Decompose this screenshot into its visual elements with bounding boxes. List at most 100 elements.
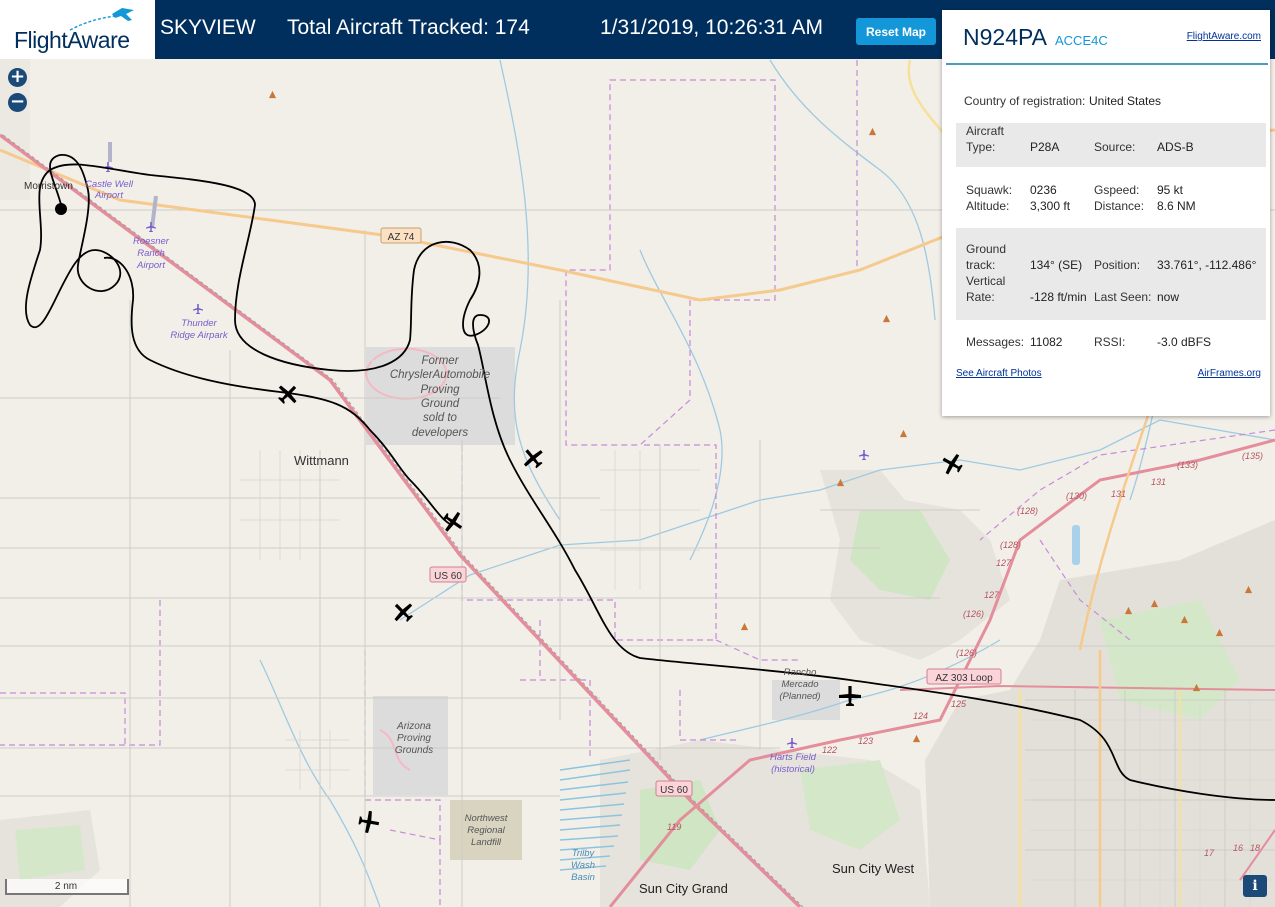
road-number: 124 [913, 711, 928, 721]
airport-label: Airport [136, 260, 165, 271]
app-title: SKYVIEW [160, 16, 256, 39]
area-label: Landfill [471, 837, 502, 848]
lastseen-value: now [1157, 290, 1180, 304]
receiver-marker [55, 203, 67, 215]
aircraft-info-panel: N924PA ACCE4C FlightAware.com Country of… [942, 10, 1270, 416]
road-number: (126) [956, 648, 977, 658]
flightaware-link[interactable]: FlightAware.com [1187, 31, 1261, 42]
area-label: Regional [467, 825, 505, 836]
road-number: 127 [984, 590, 1000, 600]
country-label: Country of registration: [964, 94, 1086, 108]
road-number: 17 [1204, 848, 1215, 858]
area-label: Grounds [395, 745, 433, 756]
row-messages-rssi: Messages: 11082 RSSI: -3.0 dBFS [956, 333, 1266, 353]
vrate-label: Vertical [966, 274, 1006, 288]
place-label: Morristown [24, 181, 73, 192]
road-number: 122 [822, 745, 837, 755]
airport-label: Airport [94, 190, 123, 201]
airport-label: (historical) [771, 764, 815, 775]
aircraft-registration: N924PA [963, 24, 1047, 50]
road-number: (128) [1000, 540, 1021, 550]
row-track-position: Ground track: 134° (SE) Position: 33.761… [956, 228, 1266, 320]
lake [1072, 525, 1080, 565]
road-number: 119 [667, 822, 681, 832]
area-label: Ground [421, 398, 460, 410]
source-value: ADS-B [1157, 140, 1194, 154]
row-type-source: Aircraft Type: P28A Source: ADS-B [956, 123, 1266, 167]
type-label: Aircraft [966, 124, 1005, 138]
squawk-value: 0236 [1030, 183, 1057, 197]
area-label: Former [421, 355, 459, 367]
altitude-value: 3,300 ft [1030, 199, 1071, 213]
rssi-value: -3.0 dBFS [1157, 335, 1212, 349]
airport-label: Roesner [133, 236, 170, 247]
track-label: Ground [966, 242, 1007, 256]
distance-value: 8.6 NM [1157, 199, 1196, 213]
road-number: 123 [858, 736, 873, 746]
panel-divider [946, 63, 1268, 65]
lastseen-label: Last Seen: [1094, 290, 1152, 304]
road-number: (126) [963, 609, 984, 619]
us60-label: US 60 [660, 785, 688, 796]
area-label: Proving [421, 384, 461, 396]
flightaware-logo[interactable]: FlightAware [0, 0, 155, 59]
vrate-label: Rate: [966, 290, 995, 304]
row-squawk-speed: Squawk: 0236 Gspeed: 95 kt Altitude: 3,3… [956, 181, 1266, 217]
current-datetime: 1/31/2019, 10:26:31 AM [600, 16, 824, 39]
road-number: 125 [951, 699, 967, 709]
logo-text: FlightAware [14, 27, 130, 53]
track-label: track: [966, 258, 996, 272]
distance-label: Distance: [1094, 199, 1145, 213]
area-label: developers [412, 427, 469, 439]
road-number: (135) [1242, 451, 1263, 461]
type-label: Type: [966, 140, 996, 154]
area-label: Northwest [465, 813, 508, 824]
airport-label: Ridge Airpark [170, 330, 228, 341]
track-value: 134° (SE) [1030, 258, 1083, 272]
airport-label: Harts Field [770, 752, 817, 763]
airframes-link[interactable]: AirFrames.org [1198, 368, 1261, 379]
info-button[interactable]: i [1243, 875, 1267, 897]
squawk-label: Squawk: [966, 183, 1013, 197]
position-value: 33.761°, -112.486° [1157, 258, 1257, 272]
road-number: 16 [1233, 843, 1243, 853]
messages-value: 11082 [1030, 335, 1063, 349]
source-label: Source: [1094, 140, 1136, 154]
road-number: 131 [1151, 477, 1166, 487]
total-aircraft-count: Total Aircraft Tracked: 174 [287, 16, 530, 39]
vrate-value: -128 ft/min [1030, 290, 1087, 304]
airport-label: Castle Well [85, 179, 134, 190]
aircraft-hex-code: ACCE4C [1055, 33, 1108, 48]
area-label: Basin [571, 872, 595, 883]
position-label: Position: [1094, 258, 1141, 272]
aircraft-photos-link[interactable]: See Aircraft Photos [956, 368, 1042, 379]
road-number: 127 [996, 558, 1012, 568]
zoom-out-button[interactable]: − [8, 93, 27, 112]
airport-label: Thunder [181, 318, 217, 329]
area-label: ChryslerAutomobile [390, 369, 490, 381]
type-value: P28A [1030, 140, 1060, 154]
road-number: (133) [1177, 460, 1198, 470]
area-label: Arizona [396, 721, 431, 732]
messages-label: Messages: [966, 335, 1025, 349]
gspeed-label: Gspeed: [1094, 183, 1140, 197]
az74-label: AZ 74 [388, 232, 415, 243]
reset-map-button[interactable]: Reset Map [856, 18, 936, 45]
place-label: Sun City West [832, 861, 915, 876]
scale-label: 2 nm [54, 881, 78, 892]
area-label: Wash [571, 860, 595, 871]
area-label: sold to [423, 412, 457, 424]
road-number: 18 [1250, 843, 1260, 853]
road-number: (128) [1017, 506, 1038, 516]
gspeed-value: 95 kt [1157, 183, 1184, 197]
area-label: Proving [397, 733, 431, 744]
area-label: Rancho [784, 667, 817, 678]
az303-label: AZ 303 Loop [935, 673, 993, 684]
area-label: (Planned) [779, 691, 820, 702]
airport-label: Ranch [137, 248, 164, 259]
place-label: Wittmann [294, 453, 349, 468]
zoom-in-button[interactable]: + [8, 68, 27, 87]
place-label: Sun City Grand [639, 881, 728, 896]
country-value: United States [1089, 94, 1162, 108]
road-number: 131 [1111, 489, 1126, 499]
